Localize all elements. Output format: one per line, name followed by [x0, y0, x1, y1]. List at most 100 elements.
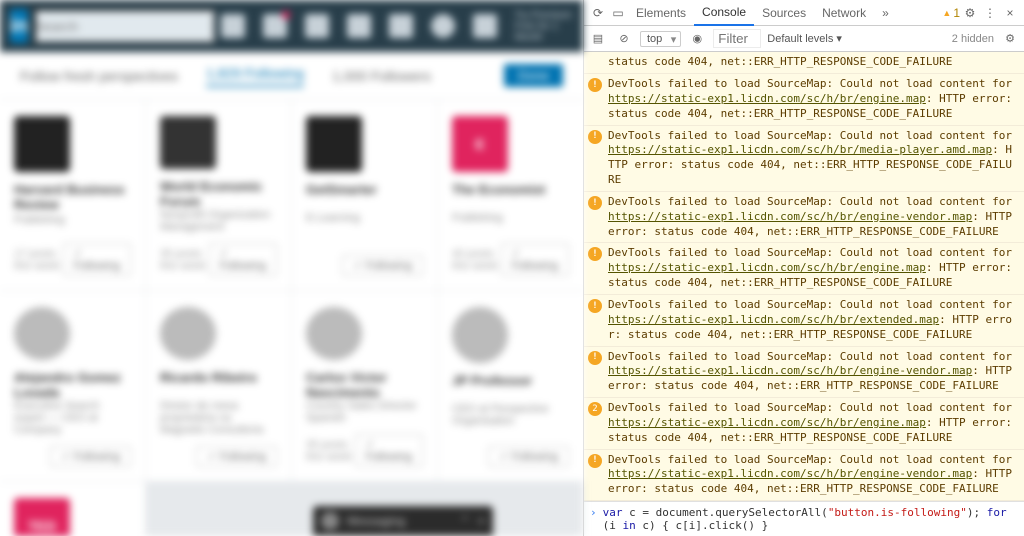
- topbar: in Try Premium Free for 1 Month: [0, 0, 583, 52]
- hidden-count[interactable]: 2 hidden: [952, 33, 994, 45]
- sourcemap-link[interactable]: http​s://static-exp1.licdn.com/sc/h/br/e…: [608, 210, 972, 223]
- card-title: GetSmarter: [306, 182, 423, 210]
- search-input[interactable]: [34, 9, 215, 43]
- avatar-icon: [321, 512, 339, 530]
- nav-home-icon[interactable]: [221, 14, 245, 38]
- message-text: DevTools failed to load SourceMap: Could…: [608, 77, 1018, 122]
- nav-notifications-icon[interactable]: [389, 14, 413, 38]
- nav-jobs-icon[interactable]: [305, 14, 329, 38]
- nav-premium-link[interactable]: Try Premium Free for 1 Month: [515, 10, 575, 43]
- close-icon[interactable]: ×: [1000, 6, 1020, 20]
- clear-console-icon[interactable]: ⊘: [614, 32, 634, 45]
- card-subtitle: Diretor de mesa proprietária na Magnetis…: [160, 400, 277, 436]
- card-subtitle: CEO at Perspective Organisation: [452, 403, 569, 427]
- sourcemap-link[interactable]: http​s://static-exp1.licdn.com/sc/h/br/e…: [608, 261, 926, 274]
- warnings-count-badge[interactable]: 1: [942, 6, 960, 20]
- warning-icon: [588, 196, 602, 210]
- follow-card: JP Professor CEO at Perspective Organisa…: [438, 291, 583, 481]
- card-logo: [14, 307, 70, 360]
- card-title: Harvard Business Review: [14, 182, 131, 212]
- tab-followers[interactable]: 1,000 Followers: [332, 68, 431, 84]
- following-button[interactable]: ✓ Following: [342, 255, 423, 276]
- follow-card: Ricardo Ribeiro Diretor de mesa propriet…: [146, 291, 291, 481]
- chevron-up-icon[interactable]: ⌃: [460, 514, 470, 528]
- tab-perspectives[interactable]: Follow fresh perspectives: [20, 68, 178, 84]
- following-button[interactable]: ✓ Following: [63, 243, 131, 276]
- sourcemap-link[interactable]: http​s://static-exp1.licdn.com/sc/h/br/e…: [608, 467, 972, 480]
- card-logo: TED: [14, 498, 70, 536]
- nav-network-icon[interactable]: [263, 14, 287, 38]
- card-logo: [14, 116, 70, 172]
- warning-icon: [588, 247, 602, 261]
- card-subtitle: E-Learning: [306, 212, 423, 224]
- card-subtitle: Publishing: [452, 212, 569, 224]
- nav-avatar-icon[interactable]: [431, 14, 455, 38]
- devtools-panel: ⟳ ▭ Elements Console Sources Network » 1…: [583, 0, 1024, 536]
- settings-gear-icon[interactable]: ⚙: [960, 6, 980, 20]
- card-title: JP Professor: [452, 373, 569, 401]
- filter-input[interactable]: [713, 29, 761, 48]
- sourcemap-link[interactable]: http​s://static-exp1.licdn.com/sc/h/br/e…: [608, 364, 972, 377]
- tab-following[interactable]: 1,829 Following: [206, 65, 304, 87]
- follow-tabs: Follow fresh perspectives 1,829 Followin…: [0, 52, 583, 100]
- tab-network[interactable]: Network: [814, 0, 874, 26]
- follow-card: Carlos Victor Nascimento Country Sales D…: [292, 291, 437, 481]
- message-text: DevTools failed to load SourceMap: Could…: [608, 129, 1018, 188]
- tab-elements[interactable]: Elements: [628, 0, 694, 26]
- follow-card: Alejandro Gomez Losada Executive Search …: [0, 291, 145, 481]
- context-select[interactable]: top: [640, 31, 681, 47]
- card-logo: [160, 116, 216, 169]
- console-toolbar: ▤ ⊘ top ◉ Default levels ▾ 2 hidden ⚙: [584, 26, 1024, 52]
- tab-sources[interactable]: Sources: [754, 0, 814, 26]
- card-subtitle: Executive Search expert — CEO at Company: [14, 400, 131, 436]
- card-subtitle: Nonprofit Organization Management: [160, 209, 277, 233]
- sourcemap-link[interactable]: http​s://static-exp1.licdn.com/sc/h/br/m…: [608, 143, 992, 156]
- message-text: DevTools failed to load SourceMap: Could…: [608, 298, 1018, 343]
- console-message: DevTools failed to load SourceMap: Could…: [584, 295, 1024, 347]
- warning-icon: [588, 78, 602, 92]
- console-prompt[interactable]: › var c = document.querySelectorAll("but…: [584, 501, 1024, 536]
- card-posts: 35 posts this week: [160, 248, 209, 272]
- device-icon[interactable]: ▭: [608, 6, 628, 20]
- console-message: DevTools failed to load SourceMap: Could…: [584, 74, 1024, 126]
- nav-messaging-icon[interactable]: [347, 14, 371, 38]
- console-message: DevTools failed to load SourceMap: Could…: [584, 126, 1024, 192]
- following-button[interactable]: ✓ Following: [355, 434, 423, 467]
- warning-icon: [588, 130, 602, 144]
- prompt-arrow-icon: ›: [590, 506, 597, 532]
- card-title: Alejandro Gomez Losada: [14, 370, 131, 398]
- tab-console[interactable]: Console: [694, 0, 754, 26]
- card-title: Ricardo Ribeiro: [160, 370, 277, 398]
- kebab-icon[interactable]: ⋮: [980, 6, 1000, 20]
- following-button[interactable]: ✓ Following: [50, 446, 131, 467]
- linkedin-logo-icon[interactable]: in: [10, 9, 28, 43]
- inspect-icon[interactable]: ⟳: [588, 6, 608, 20]
- card-title: World Economic Forum: [160, 179, 277, 207]
- messaging-bar[interactable]: Messaging ⌃ ×: [313, 506, 493, 536]
- console-message: DevTools failed to load SourceMap: Could…: [584, 192, 1024, 244]
- following-button[interactable]: ✓ Following: [488, 446, 569, 467]
- sourcemap-link[interactable]: http​s://static-exp1.licdn.com/sc/h/br/e…: [608, 313, 939, 326]
- following-button[interactable]: ✓ Following: [501, 243, 569, 276]
- follow-card: GetSmarter E-Learning ✓ Following: [292, 100, 437, 290]
- message-text: status code 404, net::ERR_HTTP_RESPONSE_…: [608, 55, 1018, 70]
- page-left-blurred: in Try Premium Free for 1 Month Follow f…: [0, 0, 583, 536]
- eye-icon[interactable]: ◉: [687, 32, 707, 45]
- console-settings-gear-icon[interactable]: ⚙: [1000, 32, 1020, 45]
- sourcemap-link[interactable]: http​s://static-exp1.licdn.com/sc/h/br/e…: [608, 92, 926, 105]
- following-button[interactable]: ✓ Following: [209, 243, 277, 276]
- follow-card: E The Economist Publishing 40 posts this…: [438, 100, 583, 290]
- done-button[interactable]: Done: [504, 64, 563, 87]
- close-icon[interactable]: ×: [478, 514, 485, 528]
- levels-select[interactable]: Default levels ▾: [767, 32, 842, 45]
- tabs-overflow[interactable]: »: [874, 0, 897, 26]
- card-logo: E: [452, 116, 508, 172]
- sidebar-toggle-icon[interactable]: ▤: [588, 32, 608, 45]
- follow-card: TED TED: [0, 482, 145, 536]
- console-message: 2 DevTools failed to load SourceMap: Cou…: [584, 398, 1024, 450]
- following-button[interactable]: ✓ Following: [196, 446, 277, 467]
- sourcemap-link[interactable]: http​s://static-exp1.licdn.com/sc/h/br/e…: [608, 416, 926, 429]
- console-message: status code 404, net::ERR_HTTP_RESPONSE_…: [584, 52, 1024, 74]
- nav-work-icon[interactable]: [473, 14, 497, 38]
- console-message: DevTools failed to load SourceMap: Could…: [584, 243, 1024, 295]
